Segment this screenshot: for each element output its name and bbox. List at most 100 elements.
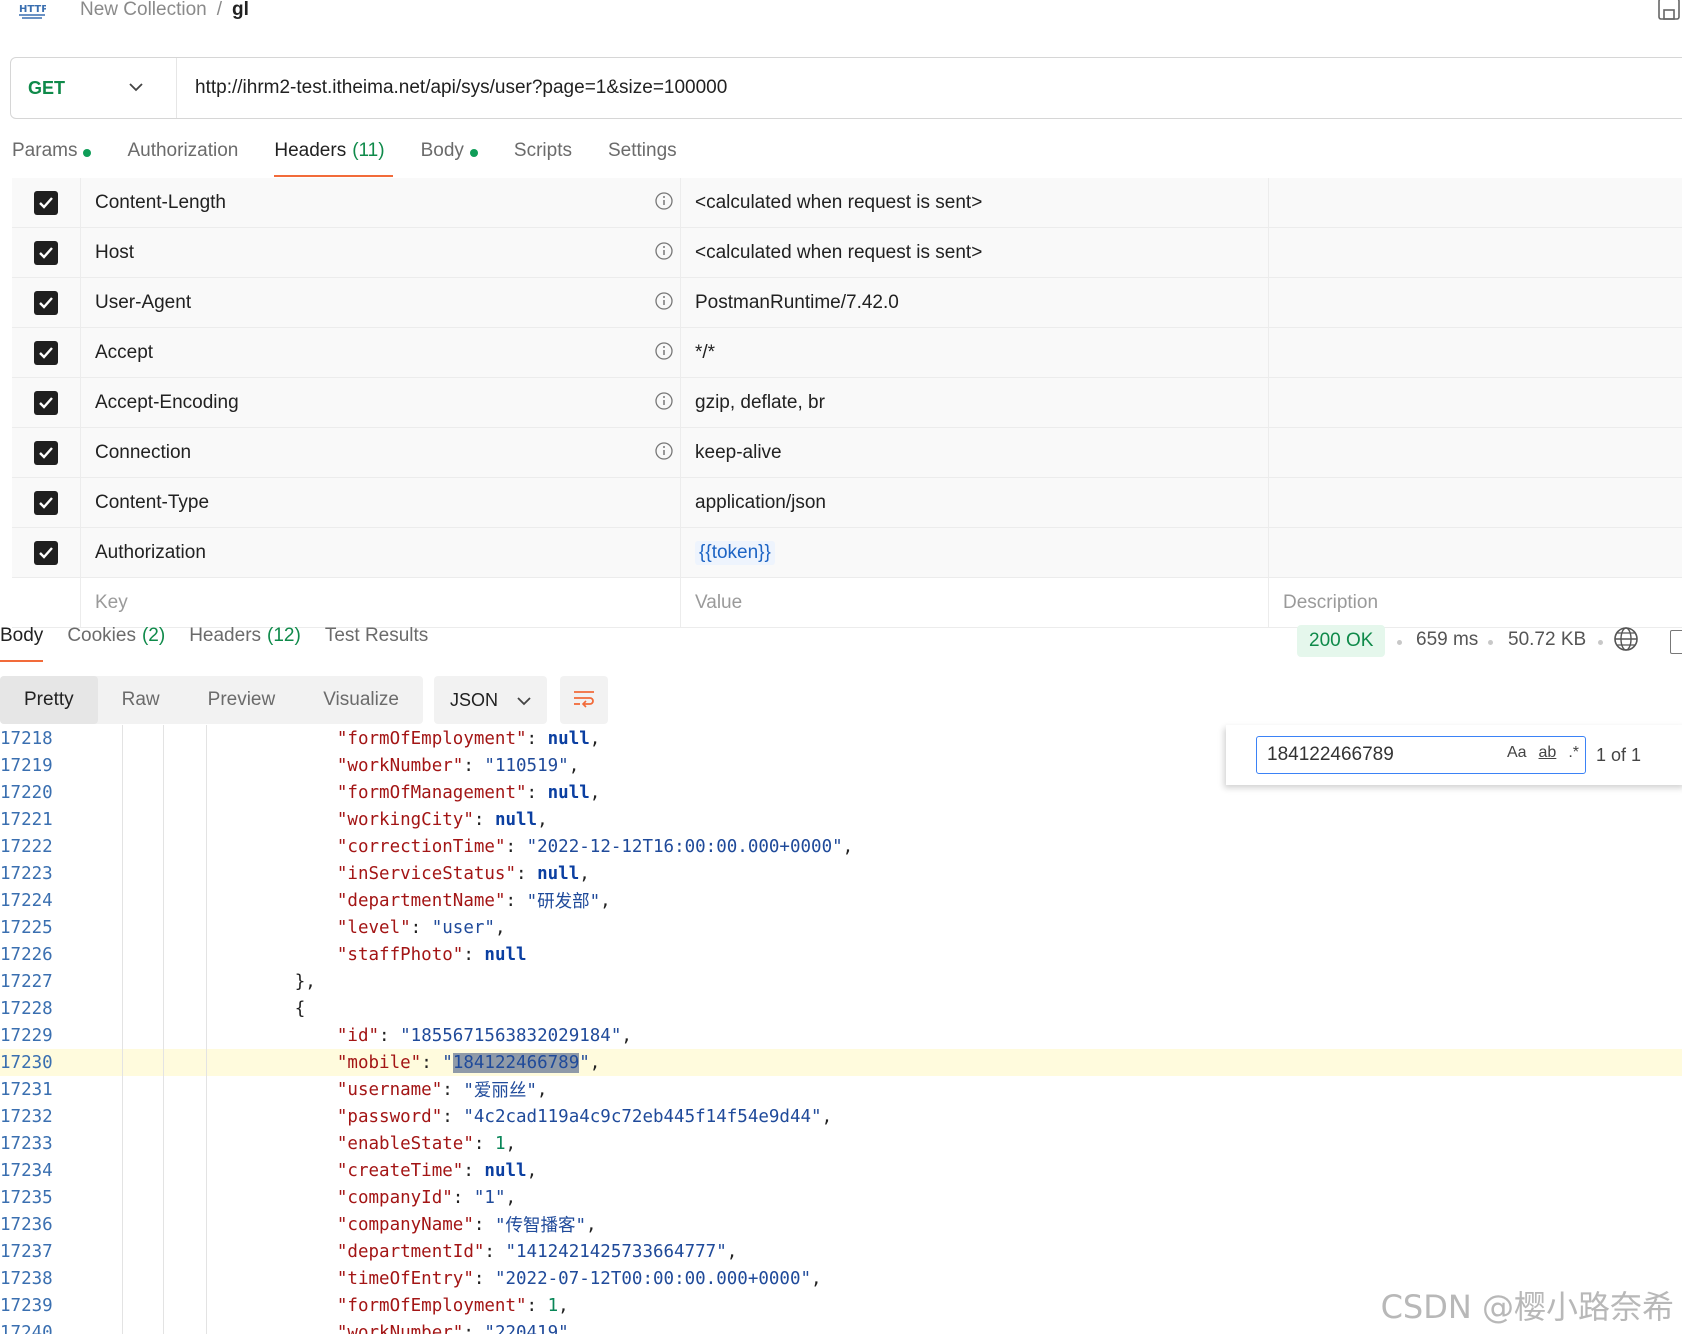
json-key: "inServiceStatus" xyxy=(336,863,517,884)
header-key[interactable]: Content-Type xyxy=(81,478,681,527)
indent-guide xyxy=(206,968,207,995)
new-header-description-input[interactable]: Description xyxy=(1269,578,1682,627)
breadcrumb-collection-link[interactable]: New Collection xyxy=(80,0,207,21)
tab-test-results[interactable]: Test Results xyxy=(325,625,428,665)
header-value-text: application/json xyxy=(695,491,826,513)
tab-authorization[interactable]: Authorization xyxy=(127,140,238,180)
view-raw-button[interactable]: Raw xyxy=(98,676,184,724)
header-enabled-checkbox[interactable] xyxy=(12,378,81,427)
header-key[interactable]: Host xyxy=(81,228,681,277)
header-description[interactable] xyxy=(1269,228,1682,277)
json-value: "220419" xyxy=(484,1322,569,1334)
globe-icon[interactable] xyxy=(1613,626,1639,652)
info-icon[interactable] xyxy=(654,441,674,461)
format-select[interactable]: JSON xyxy=(434,676,547,724)
tab-params[interactable]: Params xyxy=(12,140,92,180)
indent-guide xyxy=(206,860,207,887)
header-enabled-checkbox[interactable] xyxy=(12,328,81,377)
header-key[interactable]: Accept-Encoding xyxy=(81,378,681,427)
header-enabled-checkbox[interactable] xyxy=(12,178,81,227)
header-value-text: <calculated when request is sent> xyxy=(695,191,983,213)
indent-guide xyxy=(206,779,207,806)
header-value[interactable]: keep-alive xyxy=(681,428,1269,477)
new-header-value-input[interactable]: Value xyxy=(681,578,1269,627)
tab-label: Params xyxy=(12,140,78,161)
header-key[interactable]: Content-Length xyxy=(81,178,681,227)
json-key: "username" xyxy=(336,1079,443,1100)
header-enabled-checkbox[interactable] xyxy=(12,478,81,527)
header-enabled-checkbox[interactable] xyxy=(12,228,81,277)
indent-guide xyxy=(206,1049,207,1076)
method-label: GET xyxy=(28,77,66,98)
tab-headers[interactable]: Headers (11) xyxy=(274,140,393,180)
line-number: 17220 xyxy=(0,782,53,803)
header-value-text: */* xyxy=(695,341,716,363)
find-result-count: 1 of 1 xyxy=(1596,744,1642,765)
new-header-key-input[interactable]: Key xyxy=(81,578,681,627)
json-key-text: password xyxy=(347,1106,432,1127)
json-key: "mobile" xyxy=(336,1052,422,1073)
header-key[interactable]: Connection xyxy=(81,428,681,477)
header-value[interactable]: gzip, deflate, br xyxy=(681,378,1269,427)
indent-guide xyxy=(206,1238,207,1265)
tab-settings[interactable]: Settings xyxy=(608,140,677,180)
save-response-icon[interactable] xyxy=(1670,630,1682,654)
response-body-editor[interactable]: 17218 "formOfEmployment": null, 17219 "wo… xyxy=(0,725,1682,1334)
header-description[interactable] xyxy=(1269,178,1682,227)
url-input[interactable]: http://ihrm2-test.itheima.net/api/sys/us… xyxy=(177,77,727,99)
indent-guide xyxy=(122,860,123,887)
header-description[interactable] xyxy=(1269,528,1682,577)
header-value[interactable]: */* xyxy=(681,328,1269,377)
header-key[interactable]: User-Agent xyxy=(81,278,681,327)
view-pretty-button[interactable]: Pretty xyxy=(0,676,98,724)
regex-button[interactable]: .* xyxy=(1568,744,1579,762)
json-value: null xyxy=(547,782,590,803)
indent-guide xyxy=(206,995,207,1022)
tab-response-cookies[interactable]: Cookies (2) xyxy=(67,625,165,665)
header-description[interactable] xyxy=(1269,478,1682,527)
info-icon[interactable] xyxy=(654,341,674,361)
indent-guide xyxy=(206,1076,207,1103)
response-time[interactable]: 659 ms xyxy=(1416,629,1478,651)
chevron-down-icon xyxy=(516,690,532,711)
method-select[interactable]: GET xyxy=(11,58,177,118)
header-key[interactable]: Accept xyxy=(81,328,681,377)
request-url-bar: GET http://ihrm2-test.itheima.net/api/sy… xyxy=(10,57,1682,119)
tab-response-body[interactable]: Body xyxy=(0,625,44,665)
info-icon[interactable] xyxy=(654,241,674,261)
match-whole-word-button[interactable]: ab xyxy=(1539,744,1557,762)
header-description[interactable] xyxy=(1269,328,1682,377)
tab-scripts[interactable]: Scripts xyxy=(514,140,572,180)
header-value[interactable]: application/json xyxy=(681,478,1269,527)
header-enabled-checkbox[interactable] xyxy=(12,528,81,577)
indent-guide xyxy=(163,968,164,995)
response-size[interactable]: 50.72 KB xyxy=(1508,629,1586,651)
find-input[interactable]: 184122466789 Aa ab .* xyxy=(1256,736,1586,774)
header-enabled-checkbox[interactable] xyxy=(12,278,81,327)
checkmark-icon xyxy=(34,290,58,315)
info-icon[interactable] xyxy=(654,191,674,211)
view-visualize-button[interactable]: Visualize xyxy=(299,676,423,724)
request-name[interactable]: gl xyxy=(232,0,249,21)
save-icon[interactable] xyxy=(1656,0,1682,22)
wrap-lines-button[interactable] xyxy=(560,676,608,724)
header-enabled-checkbox[interactable] xyxy=(12,428,81,477)
info-icon[interactable] xyxy=(654,391,674,411)
header-description[interactable] xyxy=(1269,428,1682,477)
json-key: "formOfManagement" xyxy=(336,782,527,803)
view-preview-button[interactable]: Preview xyxy=(184,676,300,724)
line-number: 17218 xyxy=(0,728,53,749)
tab-body[interactable]: Body xyxy=(421,140,478,180)
tab-response-headers[interactable]: Headers (12) xyxy=(189,625,301,665)
indent-guide xyxy=(122,1238,123,1265)
header-value[interactable]: <calculated when request is sent> xyxy=(681,228,1269,277)
status-badge[interactable]: 200 OK xyxy=(1297,625,1386,657)
header-value[interactable]: {{token}} xyxy=(681,528,1269,577)
header-description[interactable] xyxy=(1269,378,1682,427)
header-description[interactable] xyxy=(1269,278,1682,327)
match-case-button[interactable]: Aa xyxy=(1507,744,1527,762)
info-icon[interactable] xyxy=(654,291,674,311)
header-value[interactable]: <calculated when request is sent> xyxy=(681,178,1269,227)
header-value[interactable]: PostmanRuntime/7.42.0 xyxy=(681,278,1269,327)
header-key[interactable]: Authorization xyxy=(81,528,681,577)
